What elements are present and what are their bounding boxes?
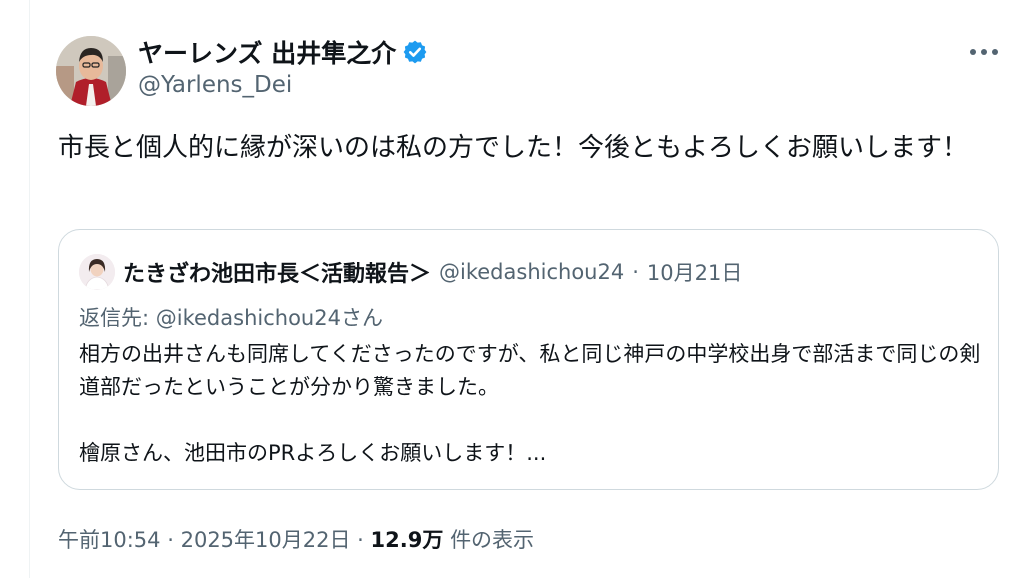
footer-separator-2: · <box>357 528 364 552</box>
quote-author-avatar[interactable] <box>79 254 115 290</box>
views-count: 12.9万 <box>370 528 444 552</box>
views-label: 件の表示 <box>450 528 535 552</box>
quote-body: 相方の出井さんも同席してくださったのですが、私と同じ神戸の中学校出身で部活まで同… <box>79 338 984 470</box>
tweet-date[interactable]: 2025年10月22日 <box>181 528 351 552</box>
tweet-text: 市長と個人的に縁が深いのは私の方でした！今後ともよろしくお願いします！ <box>58 133 969 163</box>
author-avatar[interactable] <box>56 36 126 106</box>
author-name-row[interactable]: ヤーレンズ 出井隼之介 <box>138 34 428 70</box>
more-options-button[interactable] <box>966 38 1002 66</box>
author-name[interactable]: ヤーレンズ 出井隼之介 <box>138 34 396 70</box>
tweet-metadata: 午前10:54 · 2025年10月22日 · 12.9万 件の表示 <box>58 524 534 554</box>
quote-header: たきざわ池田市長＜活動報告＞ @ikedashichou24 · 10月21日 <box>79 254 742 290</box>
quote-author-handle[interactable]: @ikedashichou24 <box>439 260 624 284</box>
quote-date[interactable]: 10月21日 <box>647 257 742 287</box>
quote-reply-to: 返信先: @ikedashichou24さん <box>79 302 383 332</box>
quote-avatar-image <box>79 254 115 290</box>
footer-separator: · <box>167 528 174 552</box>
quote-body-paragraph-1: 相方の出井さんも同席してくださったのですが、私と同じ神戸の中学校出身で部活まで同… <box>79 342 981 399</box>
reply-suffix: さん <box>340 306 383 330</box>
tweet[interactable]: ヤーレンズ 出井隼之介 @Yarlens_Dei 市長と個人的に縁が深いのは私の… <box>30 0 1024 578</box>
author-handle[interactable]: @Yarlens_Dei <box>138 72 292 98</box>
quote-author-name[interactable]: たきざわ池田市長＜活動報告＞ <box>123 256 431 288</box>
reply-mention-link[interactable]: @ikedashichou24 <box>156 306 341 330</box>
quote-meta-separator: · <box>632 260 639 284</box>
tweet-time[interactable]: 午前10:54 <box>58 528 161 552</box>
more-options-icon <box>970 49 998 55</box>
quote-tweet-card[interactable]: たきざわ池田市長＜活動報告＞ @ikedashichou24 · 10月21日 … <box>58 229 999 490</box>
reply-prefix: 返信先: <box>79 306 150 330</box>
quote-body-paragraph-2: 檜原さん、池田市のPRよろしくお願いします！... <box>79 441 547 465</box>
avatar-image <box>56 36 126 106</box>
verified-badge-icon <box>403 40 427 64</box>
